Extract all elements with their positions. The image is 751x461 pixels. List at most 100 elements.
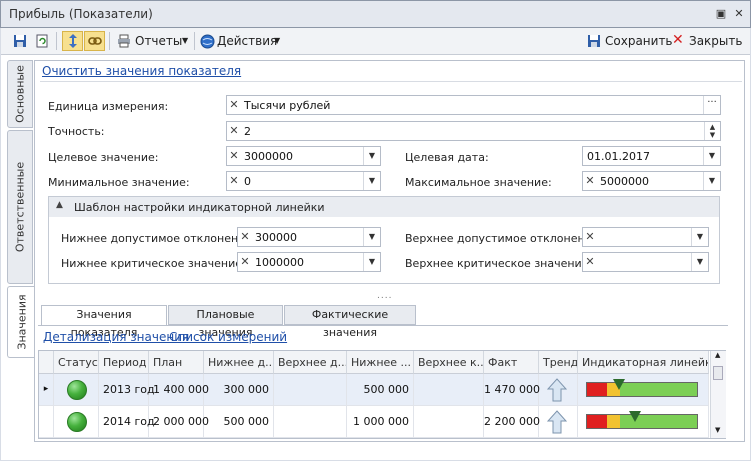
values-grid: Статус Период План Нижнее д... Верхнее д… — [38, 350, 726, 439]
period-cell: 2013 год — [99, 374, 155, 405]
printer-icon[interactable] — [115, 32, 133, 50]
indicator-bar — [586, 411, 698, 429]
spin-buttons[interactable]: ▲ ▼ — [704, 122, 720, 140]
clear-x-icon[interactable]: ✕ — [227, 122, 241, 140]
close-window-icon[interactable]: ✕ — [732, 7, 746, 21]
plan-cell: 1 400 000 — [149, 374, 209, 405]
link-chain-icon[interactable] — [84, 31, 105, 51]
reports-menu-button[interactable]: Отчеты — [135, 34, 182, 48]
target-value-field[interactable]: ✕ 3000000 ▼ — [226, 146, 381, 166]
column-header[interactable]: Верхнее д... — [274, 351, 347, 374]
close-x-icon: ✕ — [672, 32, 684, 48]
dropdown-arrow-icon[interactable]: ▼ — [363, 228, 380, 246]
column-header[interactable]: Тренд — [539, 351, 578, 374]
tab-indicator-values[interactable]: Значения показателя — [41, 305, 167, 339]
lower-crit-cell: 500 000 — [347, 374, 414, 405]
refresh-document-icon[interactable] — [33, 32, 51, 50]
clear-values-link[interactable]: Очистить значения показателя — [42, 64, 241, 78]
save-icon — [585, 32, 603, 50]
scroll-up-icon[interactable]: ▲ — [715, 351, 720, 359]
tab-actual-values[interactable]: Фактические значения — [284, 305, 416, 339]
clear-x-icon[interactable]: ✕ — [227, 147, 241, 165]
toolbar-separator — [194, 32, 195, 50]
lower-allowed-field[interactable]: ✕ 300000 ▼ — [237, 227, 381, 247]
column-header[interactable]: Статус — [54, 351, 99, 374]
scroll-down-icon[interactable]: ▼ — [715, 426, 720, 434]
clear-x-icon[interactable]: ✕ — [583, 228, 597, 246]
target-date-field[interactable]: 01.01.2017 ▼ — [582, 146, 721, 166]
dropdown-arrow-icon[interactable]: ▼ — [363, 172, 380, 190]
trend-up-arrow-icon — [547, 378, 567, 402]
unit-label: Единица измерения: — [48, 100, 169, 113]
lower-critical-field[interactable]: ✕ 1000000 ▼ — [237, 252, 381, 272]
restore-icon[interactable]: ▣ — [714, 7, 728, 21]
unit-field[interactable]: ✕ Тысячи рублей ··· — [226, 95, 721, 115]
column-header[interactable]: Нижнее ... — [347, 351, 414, 374]
column-header[interactable]: Факт — [484, 351, 539, 374]
precision-field[interactable]: ✕ 2 ▲ ▼ — [226, 121, 721, 141]
status-cell — [54, 374, 99, 405]
trend-cell — [539, 374, 578, 405]
dropdown-arrow-icon[interactable]: ▼ — [363, 147, 380, 165]
fact-cell: 1 470 000 — [484, 374, 540, 405]
indicator-cell — [578, 374, 709, 405]
target-value-label: Целевое значение: — [48, 151, 159, 164]
column-header[interactable]: Верхнее к... — [414, 351, 484, 374]
clear-x-icon[interactable]: ✕ — [238, 228, 252, 246]
clear-x-icon[interactable]: ✕ — [227, 172, 241, 190]
tab-values[interactable]: Значения — [7, 286, 35, 358]
dropdown-arrow-icon[interactable]: ▼ — [363, 253, 380, 271]
column-header[interactable]: Индикаторная линейка — [578, 351, 709, 374]
collapse-chevron-icon[interactable]: ▲ — [56, 200, 63, 210]
chevron-down-icon: ▼ — [274, 36, 281, 45]
target-date-label: Целевая дата: — [405, 151, 489, 164]
actions-menu-button[interactable]: Действия — [217, 34, 277, 48]
scroll-thumb[interactable] — [713, 366, 723, 380]
window-title: Прибыль (Показатели) — [9, 7, 153, 21]
tab-planned-values[interactable]: Плановые значения — [168, 305, 283, 339]
upper-critical-label: Верхнее критическое значение: — [405, 257, 593, 270]
detail-value-link[interactable]: Детализация значения — [43, 330, 189, 344]
upper-allowed-field[interactable]: ✕ ▼ — [582, 227, 709, 247]
group-header[interactable]: ▲ Шаблон настройки индикаторной линейки — [49, 197, 719, 217]
grid-scrollbar[interactable]: ▲ ▼ — [710, 351, 726, 438]
row-indicator-header — [39, 351, 54, 374]
window-titlebar: Прибыль (Показатели) ▣ ✕ — [0, 0, 751, 28]
save-disk-icon[interactable] — [11, 32, 29, 50]
save-button[interactable]: Сохранить — [605, 34, 673, 48]
measures-list-link[interactable]: Список измерений — [169, 330, 287, 344]
tab-baseline — [38, 325, 728, 326]
clear-x-icon[interactable]: ✕ — [583, 172, 597, 190]
column-header[interactable]: План — [149, 351, 204, 374]
lower-dev-cell: 500 000 — [204, 406, 274, 437]
tab-responsible[interactable]: Ответственные — [7, 130, 33, 284]
clear-x-icon[interactable]: ✕ — [583, 253, 597, 271]
clear-x-icon[interactable]: ✕ — [238, 253, 252, 271]
column-header[interactable]: Нижнее д... — [204, 351, 274, 374]
close-button[interactable]: Закрыть — [689, 34, 742, 48]
row-selector: ▸ — [39, 374, 54, 405]
dropdown-arrow-icon[interactable]: ▼ — [703, 147, 720, 165]
tab-main[interactable]: Основные — [7, 60, 33, 128]
plan-cell: 2 000 000 — [149, 406, 209, 437]
table-row[interactable]: 2014 год 2 000 000 500 000 1 000 000 2 200 0… — [39, 406, 709, 438]
dropdown-arrow-icon[interactable]: ▼ — [703, 172, 720, 190]
table-row[interactable]: ▸ 2013 год 1 400 000 300 000 500 000 1 470 00… — [39, 374, 709, 406]
dropdown-arrow-icon[interactable]: ▼ — [691, 253, 708, 271]
upper-allowed-label: Верхнее допустимое отклонение: — [405, 232, 603, 245]
upper-crit-cell — [414, 406, 484, 437]
group-title: Шаблон настройки индикаторной линейки — [74, 201, 325, 214]
globe-actions-icon[interactable] — [198, 32, 216, 50]
max-value-field[interactable]: ✕ 5000000 ▼ — [582, 171, 721, 191]
splitter-grip[interactable]: .... — [377, 291, 392, 301]
clear-x-icon[interactable]: ✕ — [227, 96, 241, 114]
min-value-field[interactable]: ✕ 0 ▼ — [226, 171, 381, 191]
ellipsis-button[interactable]: ··· — [703, 96, 720, 114]
status-green-icon — [67, 412, 87, 432]
column-header[interactable]: Период — [99, 351, 149, 374]
min-value-label: Минимальное значение: — [48, 176, 190, 189]
upper-critical-field[interactable]: ✕ ▼ — [582, 252, 709, 272]
dropdown-arrow-icon[interactable]: ▼ — [691, 228, 708, 246]
upper-dev-cell — [274, 374, 347, 405]
expand-vertical-icon[interactable] — [62, 31, 83, 51]
